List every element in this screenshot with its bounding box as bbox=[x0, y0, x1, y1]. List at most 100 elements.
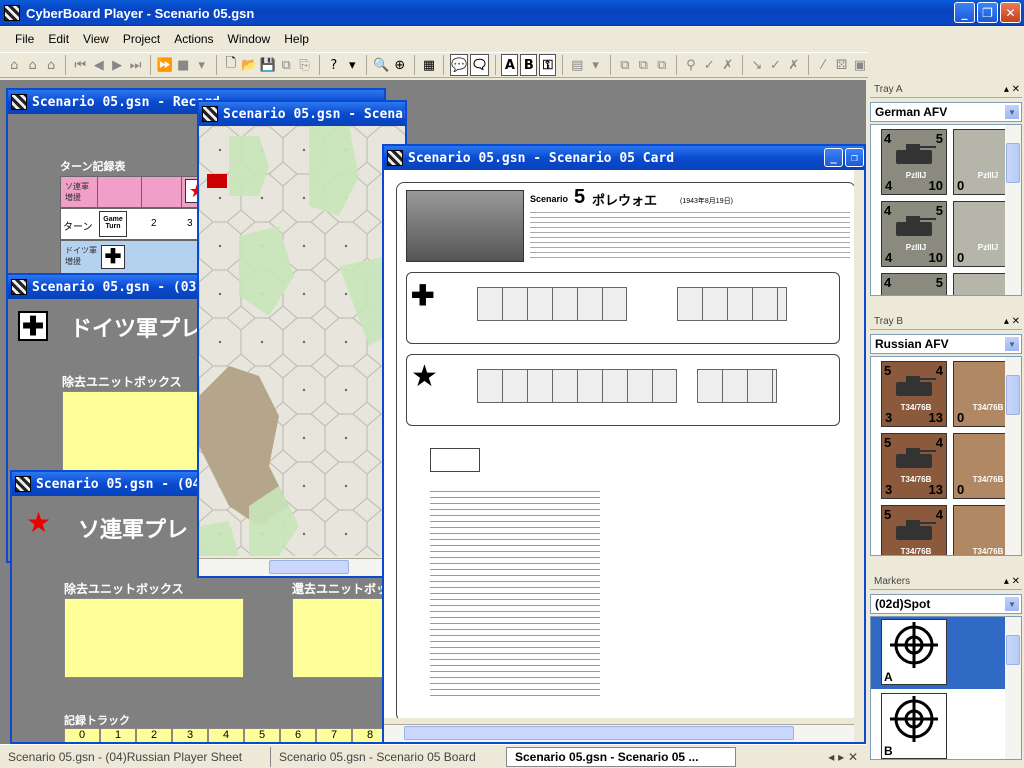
next-move-icon[interactable]: ▶ bbox=[109, 54, 125, 76]
tray-a-controls[interactable]: ▴ ✕ bbox=[1004, 84, 1020, 95]
open-folder-icon[interactable]: 📂 bbox=[241, 54, 257, 76]
menu-edit[interactable]: Edit bbox=[41, 30, 76, 48]
window-icon[interactable]: ▣ bbox=[852, 54, 868, 76]
tab-board[interactable]: Scenario 05.gsn - Scenario 05 Board bbox=[270, 746, 506, 767]
german-unit-counter[interactable]: 4 5 PzIIIJ 4 10 bbox=[881, 129, 947, 195]
letter-a-button[interactable]: A bbox=[501, 54, 519, 76]
first-move-icon[interactable]: ⏮ bbox=[72, 54, 88, 76]
scenario-card[interactable]: Scenario 5 ポレウォエ (1943年8月19日) ✚ ★ bbox=[384, 170, 854, 718]
app-icon[interactable] bbox=[4, 5, 20, 21]
track-cell[interactable]: 3 bbox=[172, 728, 208, 742]
card-hscrollbar[interactable] bbox=[384, 724, 854, 742]
chevron-down-icon[interactable]: ▼ bbox=[1004, 336, 1020, 352]
layers-check-icon[interactable]: ⧉ bbox=[635, 54, 651, 76]
dropdown-icon[interactable]: ▾ bbox=[193, 54, 209, 76]
markers-controls[interactable]: ▴ ✕ bbox=[1004, 576, 1020, 587]
paste-icon[interactable]: ⎘ bbox=[296, 54, 312, 76]
tray-b-list[interactable]: 54T34/76B313 0T34/76B4 54T34/76B313 0T34… bbox=[870, 356, 1022, 556]
letter-b-button[interactable]: B bbox=[520, 54, 538, 76]
board-hscrollbar[interactable] bbox=[199, 558, 405, 576]
path-cross-icon[interactable]: ✗ bbox=[720, 54, 736, 76]
menu-window[interactable]: Window bbox=[221, 30, 278, 48]
wand-icon[interactable]: ⁄ bbox=[815, 54, 831, 76]
speech-bubble-alt-icon[interactable]: 🗨 bbox=[470, 54, 489, 76]
card-window[interactable]: Scenario 05.gsn - Scenario 05 Card _ ❐ Sc… bbox=[382, 144, 866, 744]
menu-file[interactable]: File bbox=[8, 30, 41, 48]
tray-a-vscrollbar[interactable] bbox=[1005, 125, 1021, 295]
fast-forward-icon[interactable]: ⏩ bbox=[157, 54, 173, 76]
home-icon[interactable]: ⌂ bbox=[6, 54, 22, 76]
russian-unit-counter[interactable]: 54T34/76B313 bbox=[881, 505, 947, 555]
tab-russian-sheet[interactable]: Scenario 05.gsn - (04)Russian Player She… bbox=[0, 747, 270, 767]
markers-vscrollbar[interactable] bbox=[1005, 617, 1021, 759]
menu-actions[interactable]: Actions bbox=[167, 30, 220, 48]
zoom-icon[interactable]: ⊕ bbox=[392, 54, 408, 76]
spot-marker-b[interactable]: B bbox=[881, 693, 947, 759]
help-dropdown-icon[interactable]: ▾ bbox=[344, 54, 360, 76]
speech-bubble-icon[interactable]: 💬 bbox=[450, 54, 469, 76]
spot-marker-a[interactable]: A bbox=[881, 619, 947, 685]
board-icon[interactable]: ▦ bbox=[421, 54, 437, 76]
tray-a-select[interactable]: German AFV ▼ bbox=[870, 102, 1022, 122]
german-unit-counter[interactable]: 45 bbox=[881, 273, 947, 295]
scroll-thumb[interactable] bbox=[1006, 635, 1020, 665]
stack-icon[interactable]: ▤ bbox=[569, 54, 585, 76]
german-unit-counter[interactable]: 4 5 PzIIIJ 4 10 bbox=[881, 201, 947, 267]
hex-map[interactable] bbox=[199, 126, 405, 556]
removed-units-box[interactable] bbox=[64, 598, 244, 678]
track-cell[interactable]: 1 bbox=[100, 728, 136, 742]
tray-b-vscrollbar[interactable] bbox=[1005, 357, 1021, 555]
tray-b-select[interactable]: Russian AFV ▼ bbox=[870, 334, 1022, 354]
track-cell[interactable]: 4 bbox=[208, 728, 244, 742]
track-cell[interactable]: 6 bbox=[280, 728, 316, 742]
tab-scroll-arrows[interactable]: ◂ ▸ ✕ bbox=[820, 747, 866, 767]
minimize-button[interactable]: _ bbox=[824, 148, 843, 167]
layers-cross-icon[interactable]: ⧉ bbox=[654, 54, 670, 76]
restore-button[interactable]: ❐ bbox=[845, 148, 864, 167]
home-check-icon[interactable]: ⌂ bbox=[24, 54, 40, 76]
scroll-thumb[interactable] bbox=[404, 726, 794, 740]
minimize-button[interactable]: _ bbox=[954, 2, 975, 23]
scroll-thumb[interactable] bbox=[1006, 375, 1020, 415]
dropdown2-icon[interactable]: ▾ bbox=[587, 54, 603, 76]
menu-help[interactable]: Help bbox=[277, 30, 316, 48]
tray-a-list[interactable]: 45PzIIIJ410 0PzIIIJ5 45PzIIIJ410 0PzIIIJ… bbox=[870, 124, 1022, 296]
tray-b-controls[interactable]: ▴ ✕ bbox=[1004, 316, 1020, 327]
save-icon[interactable]: 💾 bbox=[260, 54, 276, 76]
tab-card[interactable]: Scenario 05.gsn - Scenario 05 ... bbox=[506, 746, 736, 767]
board-window[interactable]: Scenario 05.gsn - Scenario 05 Board bbox=[197, 100, 407, 578]
plot-cross-icon[interactable]: ✗ bbox=[786, 54, 802, 76]
restore-button[interactable]: ❐ bbox=[977, 2, 998, 23]
chevron-down-icon[interactable]: ▼ bbox=[1004, 104, 1020, 120]
key-icon[interactable]: ⚿ bbox=[539, 54, 557, 76]
board-window-title-bar[interactable]: Scenario 05.gsn - Scenario 05 Board bbox=[199, 102, 405, 126]
path-check-icon[interactable]: ✓ bbox=[701, 54, 717, 76]
find-icon[interactable]: 🔍 bbox=[373, 54, 389, 76]
last-move-icon[interactable]: ⏭ bbox=[127, 54, 143, 76]
menu-project[interactable]: Project bbox=[116, 30, 167, 48]
game-turn-marker[interactable]: Game Turn bbox=[99, 211, 127, 237]
close-button[interactable]: ✕ bbox=[1000, 2, 1021, 23]
plot-check-icon[interactable]: ✓ bbox=[767, 54, 783, 76]
menu-view[interactable]: View bbox=[76, 30, 116, 48]
path-icon[interactable]: ⚲ bbox=[683, 54, 699, 76]
markers-list[interactable]: A B bbox=[870, 616, 1022, 760]
help-pointer-icon[interactable]: ? bbox=[326, 54, 342, 76]
scroll-thumb[interactable] bbox=[1006, 143, 1020, 183]
home-cross-icon[interactable]: ⌂ bbox=[43, 54, 59, 76]
flag-marker-icon[interactable] bbox=[207, 174, 227, 188]
chevron-down-icon[interactable]: ▼ bbox=[1004, 596, 1020, 612]
track-cell[interactable]: 0 bbox=[64, 728, 100, 742]
card-window-title-bar[interactable]: Scenario 05.gsn - Scenario 05 Card _ ❐ bbox=[384, 146, 864, 170]
markers-select[interactable]: (02d)Spot ▼ bbox=[870, 594, 1022, 614]
prev-move-icon[interactable]: ◀ bbox=[91, 54, 107, 76]
track-cell[interactable]: 5 bbox=[244, 728, 280, 742]
removed-units-box-2[interactable] bbox=[292, 598, 392, 678]
russian-unit-counter[interactable]: 54T34/76B313 bbox=[881, 361, 947, 427]
track-cell[interactable]: 7 bbox=[316, 728, 352, 742]
stop-icon[interactable]: ■ bbox=[175, 54, 191, 76]
scroll-thumb[interactable] bbox=[269, 560, 349, 574]
plot-icon[interactable]: ↘ bbox=[749, 54, 765, 76]
russian-unit-counter[interactable]: 54T34/76B313 bbox=[881, 433, 947, 499]
copy-icon[interactable]: ⧉ bbox=[278, 54, 294, 76]
